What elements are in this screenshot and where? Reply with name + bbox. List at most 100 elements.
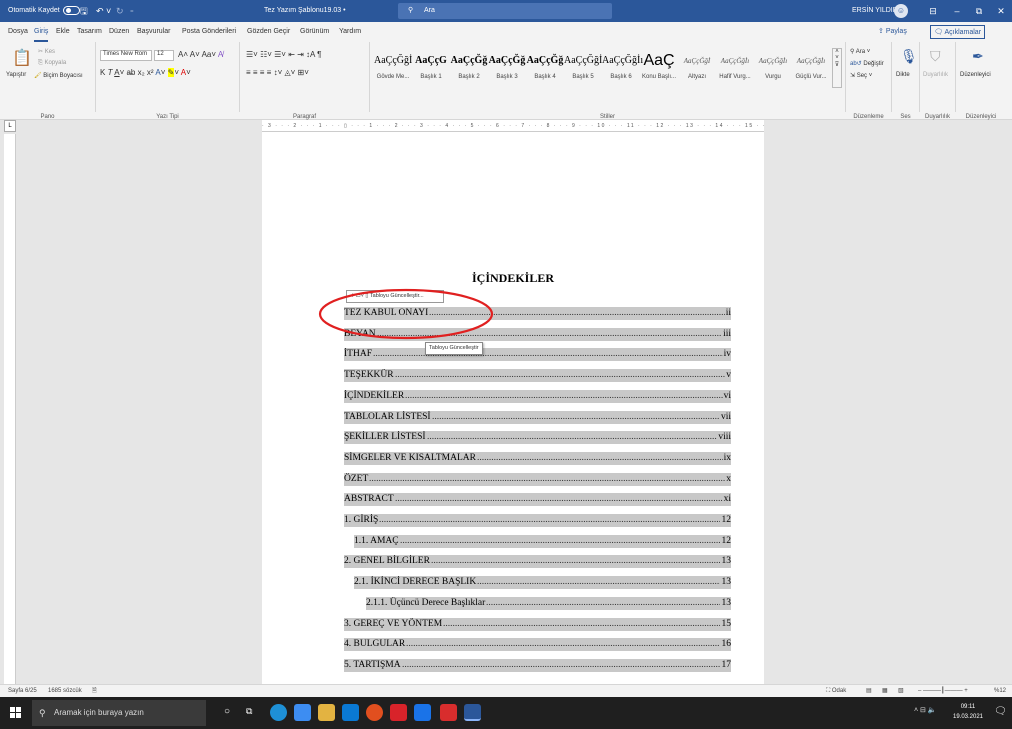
customize-qat-icon[interactable]: ₌: [130, 0, 134, 22]
cut-button[interactable]: ✂ Kes: [38, 48, 55, 55]
style-item[interactable]: AaÇ Konu Başlı...: [640, 48, 678, 88]
tab-gozden-gecir[interactable]: Gözden Geçir: [247, 22, 290, 42]
previous-page[interactable]: [262, 132, 764, 152]
ribbon-display-options-icon[interactable]: ⊟: [922, 0, 944, 22]
style-item[interactable]: AaÇçĞğİı Vurgu: [754, 48, 792, 88]
document-page[interactable]: İÇİNDEKİLER ............................…: [262, 152, 764, 692]
tab-giris[interactable]: Giriş: [34, 22, 49, 42]
app-k-icon[interactable]: [390, 704, 407, 721]
toc-entry[interactable]: ........................................…: [344, 431, 731, 444]
tab-duzen[interactable]: Düzen: [109, 22, 129, 42]
toc-entry[interactable]: ........................................…: [344, 452, 731, 465]
style-item[interactable]: AaÇçĞğİ Gövde Me...: [374, 48, 412, 88]
tab-gorunum[interactable]: Görünüm: [300, 22, 329, 42]
style-item[interactable]: AaÇçĞğ Başlık 3: [488, 48, 526, 88]
list-buttons[interactable]: ☰˅ ☷˅ ☰˅ ⇤ ⇥ ↕A ¶: [246, 50, 321, 59]
taskbar-search[interactable]: ⚲ Aramak için buraya yazın: [32, 700, 206, 726]
copy-button[interactable]: ⎘ Kopyala: [38, 60, 66, 67]
toc-entry[interactable]: ........................................…: [366, 597, 731, 610]
tab-ekle[interactable]: Ekle: [56, 22, 70, 42]
font-name-box[interactable]: Times New Rom: [100, 50, 152, 61]
tab-yardim[interactable]: Yardım: [339, 22, 361, 42]
format-painter-button[interactable]: 🖌 Biçim Boyacısı: [34, 72, 83, 79]
clock[interactable]: 09:11 19.03.2021: [950, 702, 986, 722]
find-button[interactable]: ⚲ Ara ˅: [850, 48, 870, 55]
undo-icon[interactable]: ↶ ˅: [96, 0, 111, 22]
toc-entry[interactable]: ........................................…: [344, 390, 731, 403]
toc-entry[interactable]: ........................................…: [354, 535, 731, 548]
toc-entry[interactable]: ........................................…: [344, 369, 731, 382]
tab-dosya[interactable]: Dosya: [8, 22, 28, 42]
toc-entry[interactable]: ........................................…: [344, 473, 731, 486]
toc-heading[interactable]: İÇİNDEKİLER: [262, 271, 764, 286]
share-button[interactable]: ⇪ Paylaş: [878, 25, 907, 39]
tab-posta[interactable]: Posta Gönderileri: [182, 22, 236, 42]
style-item[interactable]: AaÇçĞğİ Altyazı: [678, 48, 716, 88]
autosave[interactable]: Otomatik Kaydet: [8, 0, 80, 22]
style-item[interactable]: AaÇçĞğİ Başlık 5: [564, 48, 602, 88]
dictate-button[interactable]: Dikte: [896, 72, 910, 78]
chrome-icon[interactable]: [366, 704, 383, 721]
comments-button[interactable]: 🗨 Açıklamalar: [930, 25, 986, 39]
style-item[interactable]: AaÇçG Başlık 1: [412, 48, 450, 88]
store-icon[interactable]: [294, 704, 311, 721]
font-size-box[interactable]: 12: [154, 50, 174, 61]
toc-entry[interactable]: ........................................…: [344, 555, 731, 568]
vertical-ruler[interactable]: [4, 134, 16, 684]
style-item[interactable]: AaÇçĞğ Başlık 4: [526, 48, 564, 88]
toc-entry[interactable]: ........................................…: [354, 576, 731, 589]
highlight-icon[interactable]: ✎: [167, 68, 175, 77]
editor-icon[interactable]: ✒: [972, 48, 984, 65]
style-item[interactable]: AaÇçĞğİı Başlık 6: [602, 48, 643, 88]
edge-icon[interactable]: [270, 704, 287, 721]
document-title[interactable]: Tez Yazım Şablonu19.03 •: [264, 0, 346, 22]
horizontal-ruler[interactable]: · 3 · · · 2 · · · 1 · · · ▯ · · · 1 · · …: [262, 120, 764, 132]
sensitivity-icon[interactable]: ⛉: [930, 48, 941, 65]
grow-font-icon[interactable]: A˄ A˅ Aa˅ A̸: [178, 50, 223, 59]
align-buttons[interactable]: ≡ ≡ ≡ ≡ ↕˅ ◬˅ ⊞˅: [246, 68, 309, 77]
toc-entry[interactable]: ........................................…: [344, 618, 731, 631]
tab-tasarim[interactable]: Tasarım: [77, 22, 102, 42]
task-view-icon[interactable]: ⧉: [246, 706, 252, 717]
font-format-buttons[interactable]: K T A˅ a̶b x₂ x² A˅ ✎˅ A˅: [100, 68, 191, 77]
system-tray-icons[interactable]: ˄ ⊟ 🔈: [914, 706, 937, 714]
paste-button[interactable]: Yapıştır: [6, 72, 26, 78]
paste-icon[interactable]: 📋: [12, 48, 32, 68]
style-item[interactable]: AaÇçĞğİı Hafif Vurg...: [716, 48, 754, 88]
text-effects-icon[interactable]: A: [155, 68, 160, 77]
user-avatar-icon[interactable]: ☺: [894, 4, 908, 18]
cortana-icon[interactable]: ○: [224, 706, 230, 717]
toc-entry[interactable]: ........................................…: [344, 493, 731, 506]
editor-button[interactable]: Düzenleyici: [960, 72, 991, 78]
redo-icon[interactable]: ↻: [116, 0, 124, 22]
autosave-toggle[interactable]: [62, 5, 80, 15]
maximize-icon[interactable]: ⧉: [968, 0, 990, 22]
font-color-icon[interactable]: A: [181, 68, 186, 77]
toc-entry[interactable]: ........................................…: [344, 411, 731, 424]
close-icon[interactable]: ✕: [990, 0, 1012, 22]
save-icon[interactable]: 🖫: [80, 0, 88, 22]
tab-basvurular[interactable]: Başvurular: [137, 22, 170, 42]
toc-entry[interactable]: ........................................…: [344, 638, 731, 651]
microphone-icon[interactable]: 🎙: [900, 48, 918, 65]
toc-entry[interactable]: ........................................…: [344, 348, 731, 361]
tab-selector-icon[interactable]: L: [4, 120, 16, 132]
notifications-icon[interactable]: 🗨: [994, 706, 1007, 717]
file-explorer-icon[interactable]: [318, 704, 335, 721]
replace-button[interactable]: ab↺ Değiştir: [850, 60, 884, 67]
sensitivity-button[interactable]: Duyarlılık: [923, 72, 948, 78]
clear-format-icon[interactable]: A̸: [218, 50, 223, 59]
document-canvas[interactable]: L · 3 · · · 2 · · · 1 · · · ▯ · · · 1 · …: [0, 120, 1012, 692]
style-item[interactable]: AaÇçĞğ Başlık 2: [450, 48, 488, 88]
app-blue-icon[interactable]: [414, 704, 431, 721]
acrobat-icon[interactable]: [440, 704, 457, 721]
select-button[interactable]: ⇲ Seç ˅: [850, 72, 872, 79]
minimize-icon[interactable]: –: [946, 0, 968, 22]
styles-scroll-icon[interactable]: ˄ ˅ ⊽: [832, 48, 842, 88]
mail-icon[interactable]: [342, 704, 359, 721]
search-box[interactable]: ⚲ Ara: [398, 3, 612, 19]
toc-entry[interactable]: ........................................…: [344, 659, 731, 672]
toc-entry[interactable]: ........................................…: [344, 514, 731, 527]
word-taskbar-icon[interactable]: [464, 704, 481, 721]
style-item[interactable]: AaÇçĞğİı Güçlü Vur...: [792, 48, 830, 88]
